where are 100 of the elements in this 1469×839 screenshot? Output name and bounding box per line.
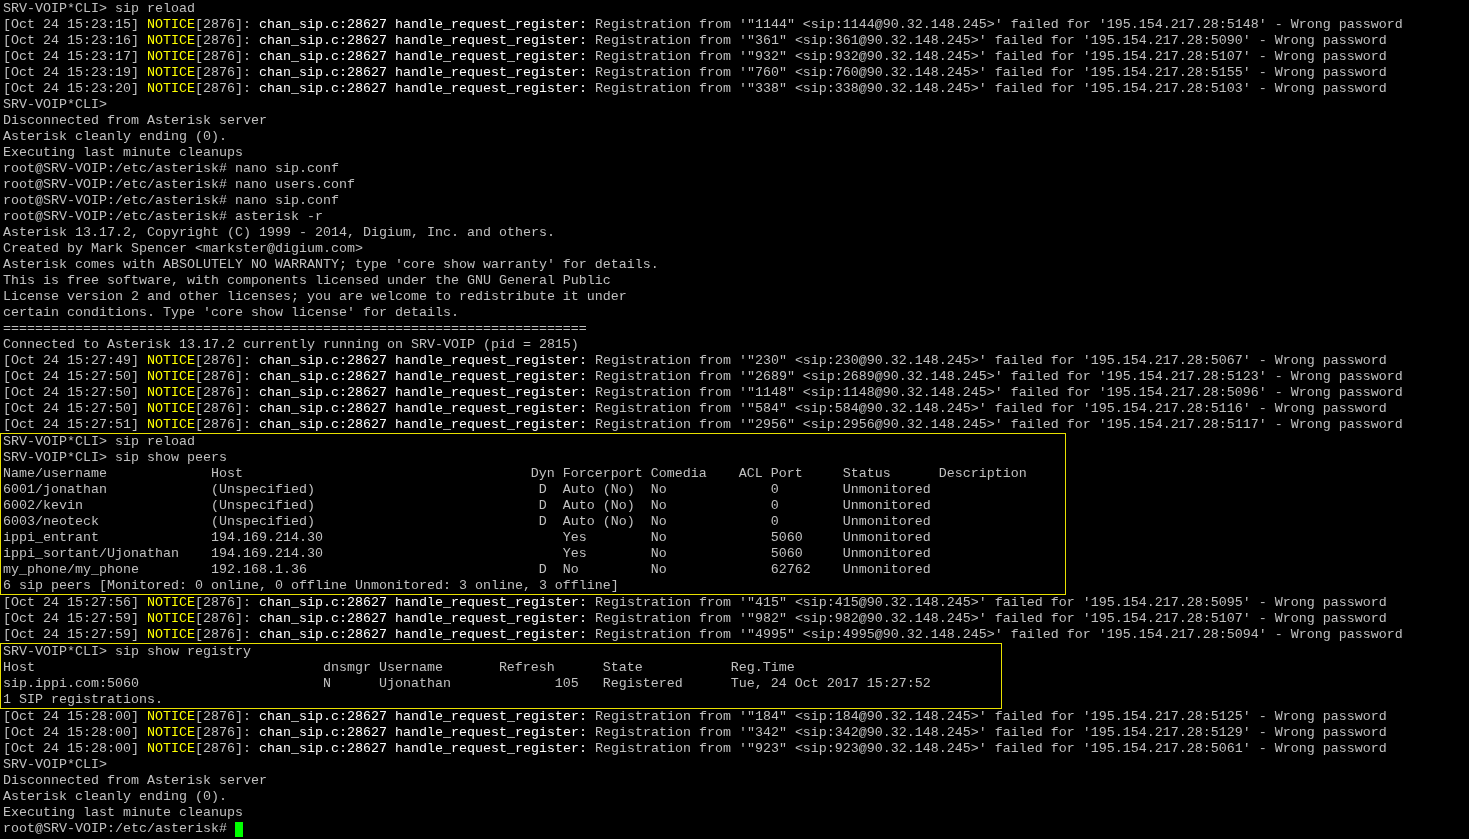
table-cell-text: No (650, 498, 668, 514)
summary-line: 1 SIP registrations. (3, 692, 163, 708)
log-message: Registration from '"1148" <sip:1148@90.32.148.245>' failed for '195.154.217.28:5096' - Wrong password (594, 385, 1403, 401)
summary-line: 6 sip peers [Monitored: 0 online, 0 offline Unmonitored: 3 online, 3 offline] (3, 578, 619, 594)
table-cell-text: 192.168.1.36 (210, 562, 308, 578)
log-message: Registration from '"760" <sip:760@90.32.148.245>' failed for '195.154.217.28:5155' - Wrong password (594, 65, 1387, 81)
table-cell-text: D (537, 482, 548, 498)
process-id: [2876]: (195, 49, 251, 65)
terminal-line: Executing last minute cleanups (3, 805, 243, 821)
table-cell-text: D (537, 498, 548, 514)
log-level: NOTICE (147, 33, 195, 49)
log-timestamp: [Oct 24 15:23:20] (3, 81, 139, 97)
process-id: [2876]: (195, 81, 251, 97)
log-timestamp: [Oct 24 15:23:15] (3, 17, 139, 33)
terminal-line: root@SRV-VOIP:/etc/asterisk# nano users.conf (3, 177, 355, 193)
log-level: NOTICE (147, 49, 195, 65)
process-id: [2876]: (195, 595, 251, 611)
table-cell-text: Ujonathan (378, 676, 452, 692)
log-timestamp: [Oct 24 15:23:16] (3, 33, 139, 49)
column-header: Dyn (530, 466, 556, 482)
log-level: NOTICE (147, 595, 195, 611)
terminal-line: Asterisk cleanly ending (0). (3, 129, 227, 145)
log-timestamp: [Oct 24 15:23:19] (3, 65, 139, 81)
table-cell-text: 194.169.214.30 (210, 546, 324, 562)
source-location: chan_sip.c:28627 handle_request_register: (259, 65, 587, 81)
log-level: NOTICE (147, 65, 195, 81)
table-cell-text: N (322, 676, 332, 692)
log-level: NOTICE (147, 81, 195, 97)
terminal-line: SRV-VOIP*CLI> sip reload (3, 434, 195, 450)
column-header: Username (378, 660, 444, 676)
log-timestamp: [Oct 24 15:27:56] (3, 595, 139, 611)
log-timestamp: [Oct 24 15:28:00] (3, 725, 139, 741)
table-cell-text: No (650, 482, 668, 498)
process-id: [2876]: (195, 385, 251, 401)
log-level: NOTICE (147, 627, 195, 643)
table-cell-text: 6002/kevin (3, 498, 84, 514)
terminal-line: Disconnected from Asterisk server (3, 773, 267, 789)
table-cell-text: 105 (553, 676, 580, 692)
terminal-line: Connected to Asterisk 13.17.2 currently running on SRV-VOIP (pid = 2815) (3, 337, 579, 353)
terminal-line: SRV-VOIP*CLI> sip show registry (3, 644, 251, 660)
table-cell-text: D (537, 562, 548, 578)
terminal-line: SRV-VOIP*CLI> sip show peers (3, 450, 227, 466)
table-cell-text: No (650, 562, 668, 578)
table-cell-text: ippi_sortant/Ujonathan (3, 546, 180, 562)
table-cell-text: Unmonitored (842, 562, 932, 578)
source-location: chan_sip.c:28627 handle_request_register: (259, 81, 587, 97)
source-location: chan_sip.c:28627 handle_request_register: (259, 417, 587, 433)
column-header: Host (210, 466, 244, 482)
table-cell-text: Yes (562, 530, 588, 546)
column-header: Reg.Time (730, 660, 796, 676)
terminal-line: root@SRV-VOIP:/etc/asterisk# (3, 821, 227, 837)
column-header: dnsmgr (322, 660, 372, 676)
log-timestamp: [Oct 24 15:28:00] (3, 709, 139, 725)
log-message: Registration from '"932" <sip:932@90.32.148.245>' failed for '195.154.217.28:5107' - Wrong password (594, 49, 1387, 65)
column-header: Refresh (498, 660, 556, 676)
process-id: [2876]: (195, 17, 251, 33)
column-header: State (602, 660, 644, 676)
table-cell-text: Auto (No) (562, 514, 636, 530)
log-message: Registration from '"342" <sip:342@90.32.148.245>' failed for '195.154.217.28:5129' - Wrong password (594, 725, 1387, 741)
table-cell-text: 194.169.214.30 (210, 530, 324, 546)
table-cell-text: D (537, 514, 548, 530)
log-timestamp: [Oct 24 15:27:50] (3, 401, 139, 417)
process-id: [2876]: (195, 65, 251, 81)
log-level: NOTICE (147, 353, 195, 369)
source-location: chan_sip.c:28627 handle_request_register: (259, 49, 587, 65)
table-cell: Tue, 24 Oct 2017 15:27:52 (730, 676, 931, 692)
table-cell-text: Auto (No) (562, 498, 636, 514)
table-cell-text: Auto (No) (562, 482, 636, 498)
table-cell-text: 5060 (770, 546, 804, 562)
table-cell-text: 0 (770, 482, 780, 498)
log-message: Registration from '"923" <sip:923@90.32.148.245>' failed for '195.154.217.28:5061' - Wrong password (594, 741, 1387, 757)
process-id: [2876]: (195, 353, 251, 369)
source-location: chan_sip.c:28627 handle_request_register: (259, 741, 587, 757)
column-header: Port (770, 466, 804, 482)
log-message: Registration from '"184" <sip:184@90.32.148.245>' failed for '195.154.217.28:5125' - Wrong password (594, 709, 1387, 725)
log-level: NOTICE (147, 401, 195, 417)
terminal-line: Executing last minute cleanups (3, 145, 243, 161)
source-location: chan_sip.c:28627 handle_request_register: (259, 385, 587, 401)
table-cell-text: No (650, 530, 668, 546)
column-header: Comedia (650, 466, 708, 482)
process-id: [2876]: (195, 401, 251, 417)
source-location: chan_sip.c:28627 handle_request_register: (259, 353, 587, 369)
table-cell-text: my_phone/my_phone (3, 562, 140, 578)
source-location: chan_sip.c:28627 handle_request_register: (259, 369, 587, 385)
source-location: chan_sip.c:28627 handle_request_register: (259, 401, 587, 417)
terminal-line: root@SRV-VOIP:/etc/asterisk# asterisk -r (3, 209, 323, 225)
table-cell-text: 62762 (770, 562, 812, 578)
log-message: Registration from '"4995" <sip:4995@90.32.148.245>' failed for '195.154.217.28:5094' - Wrong password (594, 627, 1403, 643)
log-message: Registration from '"2689" <sip:2689@90.32.148.245>' failed for '195.154.217.28:5123' - Wrong password (594, 369, 1403, 385)
log-level: NOTICE (147, 369, 195, 385)
table-cell-text: 0 (770, 498, 780, 514)
log-timestamp: [Oct 24 15:27:51] (3, 417, 139, 433)
table-cell-text: Registered (602, 676, 684, 692)
log-message: Registration from '"415" <sip:415@90.32.148.245>' failed for '195.154.217.28:5095' - Wrong password (594, 595, 1387, 611)
table-cell-text: 6001/jonathan (3, 482, 108, 498)
terminal-line: Asterisk 13.17.2, Copyright (C) 1999 - 2014, Digium, Inc. and others. (3, 225, 555, 241)
log-timestamp: [Oct 24 15:27:59] (3, 611, 139, 627)
log-message: Registration from '"338" <sip:338@90.32.148.245>' failed for '195.154.217.28:5103' - Wrong password (594, 81, 1387, 97)
column-header: Status (842, 466, 892, 482)
column-header: Host (3, 660, 36, 676)
